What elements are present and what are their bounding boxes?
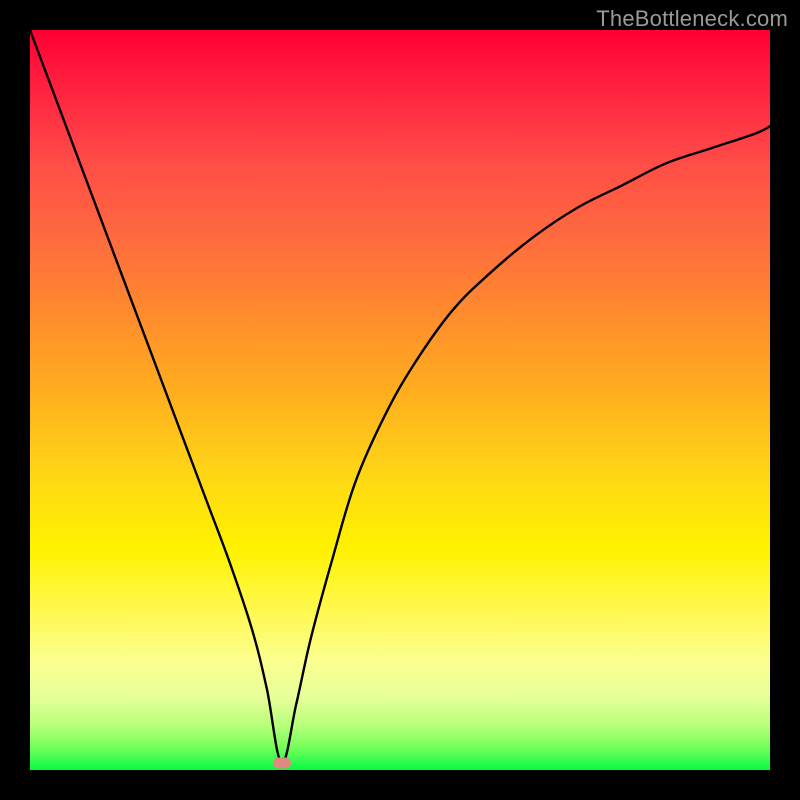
curve-path bbox=[30, 30, 770, 763]
attribution-text: TheBottleneck.com bbox=[596, 6, 788, 32]
bottleneck-curve bbox=[30, 30, 770, 770]
chart-frame: TheBottleneck.com bbox=[0, 0, 800, 800]
minimum-marker bbox=[273, 757, 291, 768]
plot-area bbox=[30, 30, 770, 770]
